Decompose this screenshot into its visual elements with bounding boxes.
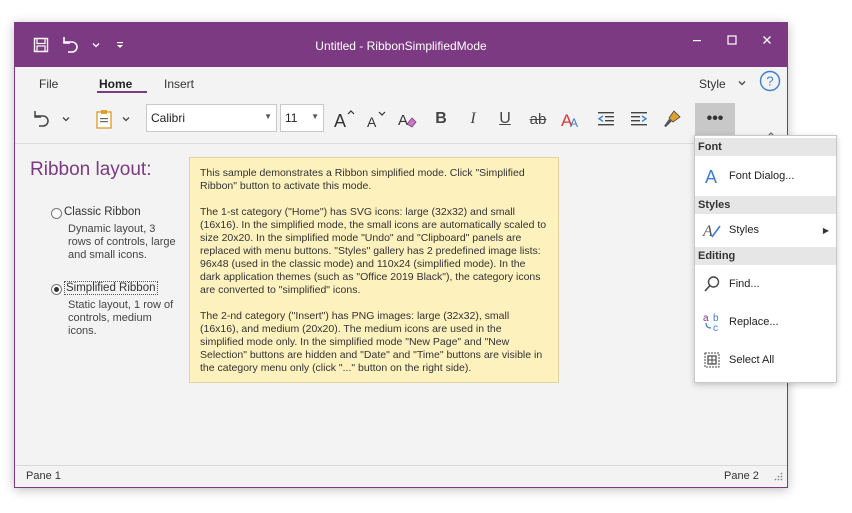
menu-item-find[interactable]: Find... [695,268,836,300]
menu-item-label: Font Dialog... [729,170,795,182]
clear-format-button[interactable]: A [395,103,421,135]
font-color-button[interactable]: AA [559,103,585,135]
overflow-menu: Font A Font Dialog... Styles A Styles ▶ … [694,135,837,383]
italic-button[interactable]: I [461,103,485,135]
simplified-ribbon-desc: Static layout, 1 row of controls, medium… [68,299,174,337]
status-pane-2: Pane 2 [724,470,759,482]
menu-item-select-all[interactable]: Select All [695,344,836,376]
active-tab-underline [97,91,147,93]
strikethrough-button[interactable]: ab [525,103,551,135]
outdent-button[interactable] [593,103,619,135]
status-bar: Pane 1 Pane 2 [15,465,787,487]
font-name-value: Calibri [151,111,186,125]
svg-text:A: A [705,167,717,185]
radio-button[interactable] [51,208,62,219]
svg-text:A: A [398,112,408,129]
classic-ribbon-desc: Dynamic layout, 3 rows of controls, larg… [68,223,176,261]
menu-item-label: Find... [729,278,760,290]
page-title: Ribbon layout: [30,159,152,180]
note-paragraph: This sample demonstrates a Ribbon simpli… [200,167,525,192]
svg-text:A: A [702,223,713,239]
maximize-icon[interactable] [715,29,749,51]
status-pane-1: Pane 1 [26,470,61,482]
more-button[interactable]: ••• [695,103,735,135]
app-window: Untitled - RibbonSimplifiedMode File Hom… [14,22,788,488]
paste-button[interactable] [91,103,117,135]
font-name-combo[interactable]: Calibri ▼ [146,104,277,132]
menu-item-label: Styles [729,224,759,236]
chevron-down-icon: ▼ [311,112,319,121]
shrink-font-button[interactable]: A [363,103,389,135]
window-title: Untitled - RibbonSimplifiedMode [315,39,487,53]
close-icon[interactable] [750,29,784,51]
svg-text:A: A [334,111,346,129]
chevron-down-icon[interactable] [119,103,133,135]
menu-header-editing: Editing [695,247,836,265]
style-menu[interactable]: Style [699,77,726,91]
menu-header-styles: Styles [695,196,836,214]
chevron-down-icon[interactable] [737,77,747,91]
submenu-arrow-icon: ▶ [822,225,829,235]
resize-grip-icon[interactable] [774,470,783,484]
title-bar: Untitled - RibbonSimplifiedMode [15,23,787,67]
grow-font-button[interactable]: A [331,103,357,135]
note-paragraph: The 2-nd category ("Insert") has PNG ima… [200,310,543,374]
svg-text:A: A [367,114,377,129]
font-size-value: 11 [285,111,298,125]
tab-file[interactable]: File [39,77,58,91]
chevron-down-icon: ▼ [264,112,272,121]
info-note: This sample demonstrates a Ribbon simpli… [189,157,559,383]
menu-item-label: Select All [729,354,775,366]
menu-item-font-dialog[interactable]: A Font Dialog... [695,160,836,192]
note-paragraph: The 1-st category ("Home") has SVG icons… [200,206,547,296]
chevron-down-icon[interactable] [59,103,73,135]
undo-button[interactable] [27,103,53,135]
font-size-combo[interactable]: 11 ▼ [280,104,324,132]
simplified-ribbon-label[interactable]: Simplified Ribbon [64,281,158,295]
radio-button-selected[interactable] [51,284,62,295]
select-all-icon [695,352,729,368]
svg-text:c: c [713,323,718,332]
svg-text:?: ? [766,74,773,89]
menu-header-font: Font [695,138,836,156]
bold-button[interactable]: B [429,103,453,135]
underline-button[interactable]: U [493,103,517,135]
search-icon [695,275,729,293]
tab-insert[interactable]: Insert [164,77,194,91]
indent-button[interactable] [626,103,652,135]
format-painter-button[interactable] [659,103,685,135]
menu-item-styles[interactable]: A Styles ▶ [695,214,836,246]
main-content: Ribbon layout: Classic Ribbon Dynamic la… [15,144,787,466]
minimize-icon[interactable] [680,29,714,51]
styles-icon: A [695,221,729,239]
menu-item-label: Replace... [729,316,779,328]
svg-text:A: A [570,116,578,129]
help-icon[interactable]: ? [759,70,781,95]
classic-ribbon-label[interactable]: Classic Ribbon [64,206,141,218]
font-dialog-icon: A [695,167,729,185]
tab-home[interactable]: Home [99,77,132,91]
svg-text:a: a [703,313,709,324]
replace-icon: abc [695,312,729,332]
menu-item-replace[interactable]: abc Replace... [695,306,836,338]
ribbon-toolbar: Calibri ▼ 11 ▼ A A A B I U ab AA ••• [15,97,787,144]
